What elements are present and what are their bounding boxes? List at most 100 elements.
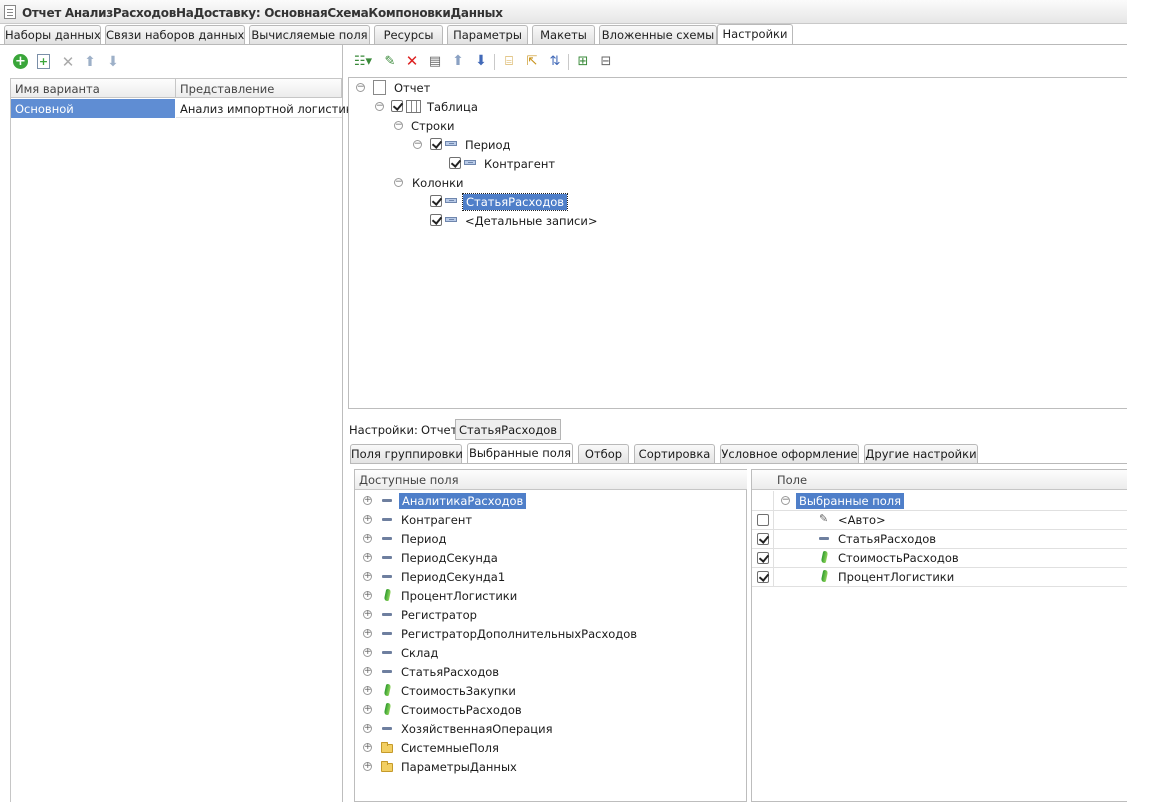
tree-node-counterparty[interactable]: Контрагент <box>349 154 1127 173</box>
resource-icon <box>820 551 829 563</box>
list-item[interactable]: + Период <box>355 529 745 548</box>
window-title: Отчет АнализРасходовНаДоставку: Основная… <box>22 6 503 20</box>
expand-toggle[interactable]: + <box>363 534 372 543</box>
list-item[interactable]: + СтатьяРасходов <box>355 662 745 681</box>
add-dropdown-icon[interactable]: ☷▾ <box>352 53 374 69</box>
edit-icon[interactable]: ✎ <box>382 53 398 69</box>
list-item[interactable]: + ПериодСекунда1 <box>355 567 745 586</box>
list-item[interactable]: + СтоимостьРасходов <box>355 700 745 719</box>
list-item[interactable]: + Склад <box>355 643 745 662</box>
tab-datasets[interactable]: Наборы данных <box>4 25 101 44</box>
move-down-icon[interactable]: ⬇ <box>105 54 121 70</box>
node-checkbox[interactable] <box>430 214 442 226</box>
list-item[interactable]: + СтоимостьЗакупки <box>355 681 745 700</box>
expand-toggle[interactable]: + <box>363 724 372 733</box>
expand-icon[interactable]: ⊞ <box>575 53 591 69</box>
add-icon[interactable]: + <box>13 54 28 69</box>
collapse-toggle[interactable]: − <box>394 121 403 130</box>
tab-sorting[interactable]: Сортировка <box>634 444 715 463</box>
expand-toggle[interactable]: + <box>363 686 372 695</box>
table-row[interactable]: ✎ <Авто> <box>752 510 1127 529</box>
list-item[interactable]: + ПроцентЛогистики <box>355 586 745 605</box>
resource-icon <box>820 570 829 582</box>
ungroup-icon[interactable]: ⇱ <box>524 53 540 69</box>
variant-presentation-cell[interactable]: Анализ импортной логистики <box>176 99 360 118</box>
current-settings-button[interactable]: СтатьяРасходов <box>455 419 562 440</box>
tree-node-table[interactable]: − Таблица <box>349 97 1127 116</box>
collapse-toggle[interactable]: − <box>394 178 403 187</box>
list-item[interactable]: + ХозяйственнаяОперация <box>355 719 745 738</box>
group-icon[interactable]: ⌸ <box>501 53 517 69</box>
tab-layouts[interactable]: Макеты <box>532 25 595 44</box>
list-item[interactable]: + АналитикаРасходов <box>355 491 745 510</box>
tab-other-settings[interactable]: Другие настройки <box>864 444 978 463</box>
tab-calculated-fields[interactable]: Вычисляемые поля <box>249 25 370 44</box>
expand-toggle[interactable]: + <box>363 743 372 752</box>
expand-toggle[interactable]: + <box>363 496 372 505</box>
column-variant-name[interactable]: Имя варианта <box>10 78 176 98</box>
tree-node-detail-records[interactable]: <Детальные записи> <box>349 211 1127 230</box>
tab-parameters[interactable]: Параметры <box>447 25 528 44</box>
tree-node-expense-item[interactable]: СтатьяРасходов <box>349 192 1127 211</box>
list-item[interactable]: + РегистраторДополнительныхРасходов <box>355 624 745 643</box>
table-icon <box>406 100 421 113</box>
move-up-icon[interactable]: ⬆ <box>82 54 98 70</box>
tab-settings[interactable]: Настройки <box>717 24 793 44</box>
tab-selected-fields[interactable]: Выбранные поля <box>467 443 573 463</box>
tree-node-report[interactable]: − Отчет <box>349 78 1127 97</box>
field-checkbox[interactable] <box>757 533 769 545</box>
field-checkbox[interactable] <box>757 552 769 564</box>
expand-toggle[interactable]: + <box>363 610 372 619</box>
field-checkbox[interactable] <box>757 571 769 583</box>
expand-toggle[interactable]: + <box>363 591 372 600</box>
tab-filter[interactable]: Отбор <box>578 444 629 463</box>
variant-name-cell[interactable]: Основной <box>11 99 175 118</box>
tab-nested-schemas[interactable]: Вложенные схемы <box>599 25 717 44</box>
collapse-icon[interactable]: ⊟ <box>598 53 614 69</box>
collapse-toggle[interactable]: − <box>375 102 384 111</box>
list-item[interactable]: + ПараметрыДанных <box>355 757 745 776</box>
delete-icon[interactable]: ✕ <box>404 53 420 69</box>
tab-conditional-formatting[interactable]: Условное оформление <box>720 444 859 463</box>
report-settings-button[interactable]: Отчет <box>421 423 457 437</box>
expand-toggle[interactable]: + <box>363 553 372 562</box>
column-presentation[interactable]: Представление <box>175 78 342 98</box>
collapse-toggle[interactable]: − <box>356 83 365 92</box>
tab-dataset-links[interactable]: Связи наборов данных <box>105 25 245 44</box>
delete-icon[interactable]: ✕ <box>60 54 76 70</box>
dimension-icon <box>382 518 392 521</box>
table-row[interactable]: ПроцентЛогистики <box>752 567 1127 586</box>
tree-node-columns[interactable]: − Колонки <box>349 173 1127 192</box>
tab-resources[interactable]: Ресурсы <box>374 25 443 44</box>
expand-toggle[interactable]: + <box>363 667 372 676</box>
expand-toggle[interactable]: + <box>363 648 372 657</box>
list-item[interactable]: + СистемныеПоля <box>355 738 745 757</box>
collapse-toggle[interactable]: − <box>781 496 790 505</box>
expand-toggle[interactable]: + <box>363 572 372 581</box>
expand-toggle[interactable]: + <box>363 629 372 638</box>
tab-grouping-fields[interactable]: Поля группировки <box>350 444 463 463</box>
node-checkbox[interactable] <box>430 195 442 207</box>
table-row[interactable]: СтатьяРасходов <box>752 529 1127 548</box>
expand-toggle[interactable]: + <box>363 705 372 714</box>
node-checkbox[interactable] <box>430 138 442 150</box>
settings-context-bar: Настройки: Отчет СтатьяРасходов <box>348 417 1127 441</box>
node-checkbox[interactable] <box>391 100 403 112</box>
field-checkbox[interactable] <box>757 514 769 526</box>
swap-icon[interactable]: ⇅ <box>547 53 563 69</box>
table-row[interactable]: СтоимостьРасходов <box>752 548 1127 567</box>
move-down-icon[interactable]: ⬇ <box>473 53 489 69</box>
expand-toggle[interactable]: + <box>363 762 372 771</box>
copy-add-icon[interactable]: + <box>37 54 50 69</box>
node-checkbox[interactable] <box>449 157 461 169</box>
list-item[interactable]: + Контрагент <box>355 510 745 529</box>
list-item[interactable]: + Регистратор <box>355 605 745 624</box>
expand-toggle[interactable]: + <box>363 515 372 524</box>
selected-fields-group[interactable]: − Выбранные поля <box>752 491 1127 510</box>
list-item[interactable]: + ПериодСекунда <box>355 548 745 567</box>
tree-node-rows[interactable]: − Строки <box>349 116 1127 135</box>
collapse-toggle[interactable]: − <box>413 140 422 149</box>
tree-node-period[interactable]: − Период <box>349 135 1127 154</box>
properties-icon[interactable]: ▤ <box>427 53 443 69</box>
move-up-icon[interactable]: ⬆ <box>450 53 466 69</box>
